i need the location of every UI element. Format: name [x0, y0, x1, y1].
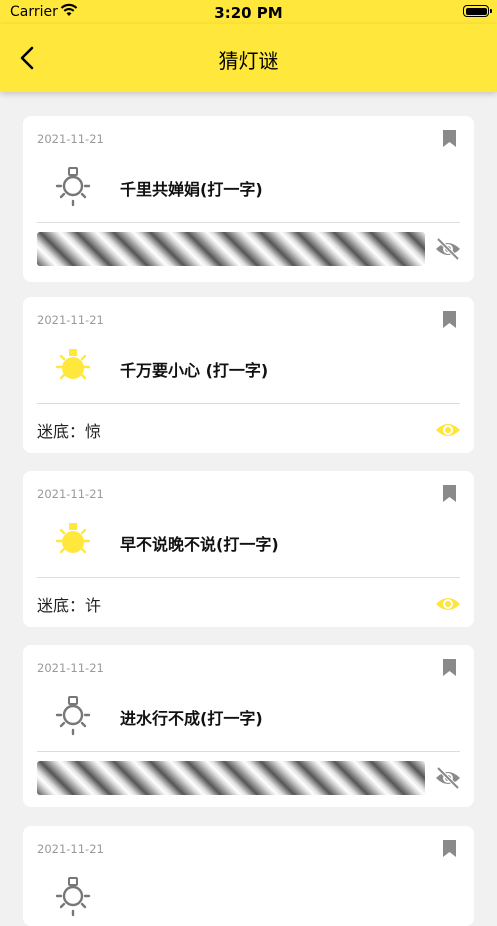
page-title: 猜灯谜: [218, 49, 279, 73]
answer-mask[interactable]: [37, 232, 425, 266]
bookmark-icon[interactable]: [443, 311, 456, 328]
riddle-text: 进水行不成(打一字): [120, 709, 263, 728]
divider: [37, 222, 460, 223]
riddle-card: 2021-11-21 早不说晚不说(打一字) 迷底：许: [23, 471, 474, 627]
eye-visible-icon[interactable]: [434, 592, 462, 616]
lightbulb-icon: [55, 167, 91, 207]
riddle-card: 2021-11-21 千里共婵娟(打一字): [23, 116, 474, 282]
card-date: 2021-11-21: [37, 487, 104, 501]
divider: [37, 403, 460, 404]
bookmark-icon[interactable]: [443, 659, 456, 676]
nav-bar: 猜灯谜: [0, 24, 497, 92]
lit-lightbulb-icon: [55, 349, 91, 380]
divider: [37, 751, 460, 752]
divider: [37, 577, 460, 578]
card-date: 2021-11-21: [37, 842, 104, 856]
status-time: 3:20 PM: [214, 4, 283, 22]
riddle-text: 千万要小心 (打一字): [120, 361, 269, 380]
answer-mask[interactable]: [37, 761, 425, 795]
riddle-text: 千里共婵娟(打一字): [120, 180, 263, 199]
bookmark-icon[interactable]: [443, 130, 456, 147]
eye-hidden-icon[interactable]: [434, 766, 462, 790]
lightbulb-icon: [55, 696, 91, 736]
bookmark-icon[interactable]: [443, 840, 456, 857]
lit-lightbulb-icon: [55, 523, 91, 554]
eye-visible-icon[interactable]: [434, 418, 462, 442]
battery-icon: [463, 5, 492, 17]
bookmark-icon[interactable]: [443, 485, 456, 502]
riddle-card: 2021-11-21: [23, 826, 474, 926]
card-date: 2021-11-21: [37, 313, 104, 327]
answer-text: 迷底：惊: [37, 422, 102, 441]
answer-text: 迷底：许: [37, 596, 102, 615]
riddle-card: 2021-11-21 进水行不成(打一字): [23, 645, 474, 807]
eye-hidden-icon[interactable]: [434, 237, 462, 261]
lightbulb-icon: [55, 877, 91, 917]
riddle-card: 2021-11-21 千万要小心 (打一字) 迷底：惊: [23, 297, 474, 453]
card-date: 2021-11-21: [37, 132, 104, 146]
status-bar: Carrier 3:20 PM: [0, 0, 497, 24]
riddle-text: 早不说晚不说(打一字): [120, 535, 279, 554]
card-date: 2021-11-21: [37, 661, 104, 675]
